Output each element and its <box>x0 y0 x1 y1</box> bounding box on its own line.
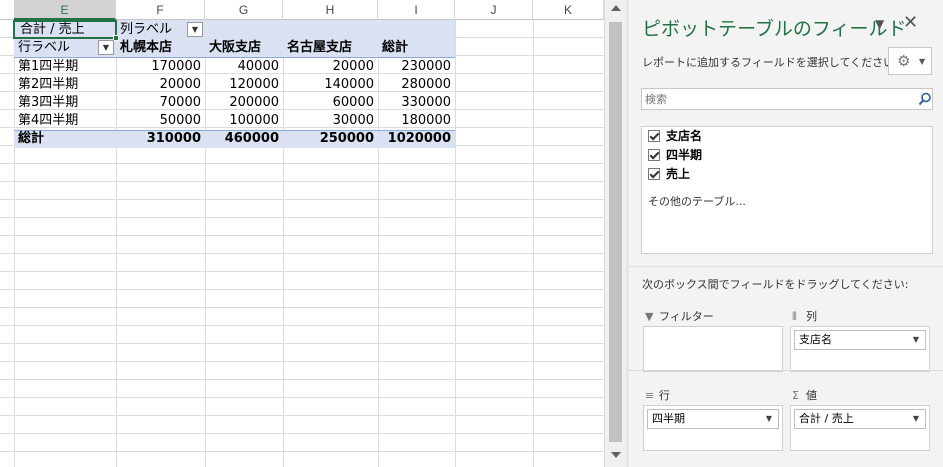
chevron-down-icon[interactable]: ▼ <box>766 410 772 428</box>
other-tables-link[interactable]: その他のテーブル... <box>648 193 746 209</box>
checkbox-checked-icon[interactable] <box>648 168 660 180</box>
field-item-branch[interactable]: 支店名 <box>648 127 702 145</box>
checkbox-checked-icon[interactable] <box>648 130 660 142</box>
gear-icon: ⚙ <box>897 52 911 70</box>
values-field-chip[interactable]: 合計 / 売上 ▼ <box>794 409 926 429</box>
column-filter-dropdown[interactable]: ▼ <box>187 22 203 37</box>
filter-icon: ▼ <box>645 310 654 323</box>
pivot-value-cell[interactable]: 40000 <box>205 58 283 76</box>
values-drop-zone[interactable]: 合計 / 売上 ▼ <box>790 405 930 451</box>
pivot-value-cell[interactable]: 200000 <box>205 94 283 112</box>
field-item-quarter[interactable]: 四半期 <box>648 146 702 164</box>
pivot-total-label[interactable]: 総計 <box>14 130 48 148</box>
pivot-total-cell[interactable]: 250000 <box>283 130 378 148</box>
columns-area-label: 列 <box>806 310 817 323</box>
vertical-scrollbar[interactable] <box>604 0 626 467</box>
rows-drop-zone[interactable]: 四半期 ▼ <box>643 405 783 451</box>
pivot-value-cell[interactable]: 20000 <box>283 58 378 76</box>
pivot-value-cell[interactable]: 280000 <box>378 76 455 94</box>
field-item-sales[interactable]: 売上 <box>648 165 690 183</box>
values-area: Σ値 合計 / 売上 ▼ <box>790 387 930 457</box>
columns-field-chip[interactable]: 支店名 ▼ <box>794 330 926 350</box>
pivot-value-cell[interactable]: 60000 <box>283 94 378 112</box>
rows-field-chip[interactable]: 四半期 ▼ <box>647 409 779 429</box>
pivot-row-header[interactable]: 第2四半期 <box>14 76 82 94</box>
column-header-k[interactable]: K <box>533 0 604 20</box>
tools-button[interactable]: ⚙ ▼ <box>888 47 932 75</box>
rows-area-label: 行 <box>659 389 670 402</box>
pane-subtitle: レポートに追加するフィールドを選択してください: <box>642 56 898 69</box>
pivot-value-cell[interactable]: 230000 <box>378 58 455 76</box>
pane-title: ピボットテーブルのフィールド <box>642 18 907 40</box>
pivot-row-label[interactable]: 行ラベル <box>14 39 74 57</box>
scrollbar-thumb[interactable] <box>609 22 622 442</box>
pivot-total-cell[interactable]: 1020000 <box>378 130 455 148</box>
pane-options-chevron-icon[interactable]: ▼ <box>875 17 884 31</box>
row-filter-dropdown[interactable]: ▼ <box>98 40 114 55</box>
spreadsheet-grid[interactable]: E F G H I J K 合計 / 売上 列ラベル ▼ 行ラベル ▼ 札幌本店… <box>0 0 604 467</box>
pivot-value-cell[interactable]: 70000 <box>116 94 205 112</box>
column-header-h[interactable]: H <box>283 0 378 20</box>
pivot-row-header[interactable]: 第3四半期 <box>14 94 82 112</box>
pivot-col-header[interactable]: 総計 <box>378 39 412 57</box>
field-search-input[interactable] <box>642 89 907 109</box>
pivot-total-cell[interactable]: 310000 <box>116 130 205 148</box>
pivot-column-label[interactable]: 列ラベル <box>116 21 176 39</box>
pivot-col-header[interactable]: 大阪支店 <box>205 39 265 57</box>
columns-icon: ⦀ <box>792 310 797 323</box>
column-header-bar: E F G H I J K <box>0 0 604 20</box>
pivot-value-cell[interactable]: 50000 <box>116 112 205 130</box>
pivot-value-cell[interactable]: 140000 <box>283 76 378 94</box>
pivot-col-header[interactable]: 名古屋支店 <box>283 39 356 57</box>
field-search-box[interactable] <box>641 88 933 110</box>
rows-area: ≡ 行 四半期 ▼ <box>643 387 783 457</box>
column-header-g[interactable]: G <box>205 0 283 20</box>
pivot-col-header[interactable]: 札幌本店 <box>116 39 176 57</box>
chevron-down-icon[interactable]: ▼ <box>913 331 919 349</box>
pane-divider <box>629 266 943 267</box>
cell-selection <box>13 20 117 39</box>
filter-area-label: フィルター <box>659 310 714 323</box>
column-header-f[interactable]: F <box>116 0 205 20</box>
drag-hint-text: 次のボックス間でフィールドをドラッグしてください: <box>642 278 909 291</box>
close-icon[interactable]: ✕ <box>903 12 918 33</box>
sigma-icon: Σ <box>792 389 799 402</box>
pivot-value-cell[interactable]: 100000 <box>205 112 283 130</box>
columns-drop-zone[interactable]: 支店名 ▼ <box>790 326 930 372</box>
field-list: 支店名 四半期 売上 その他のテーブル... <box>641 126 933 254</box>
chevron-down-icon[interactable]: ▼ <box>913 410 919 428</box>
rows-icon: ≡ <box>645 389 655 402</box>
pivot-value-cell[interactable]: 170000 <box>116 58 205 76</box>
area-divider <box>629 370 943 371</box>
chevron-down-icon: ▼ <box>919 57 926 66</box>
pivot-row-header[interactable]: 第4四半期 <box>14 112 82 130</box>
pivot-value-cell[interactable]: 30000 <box>283 112 378 130</box>
pivot-value-cell[interactable]: 180000 <box>378 112 455 130</box>
pivot-total-cell[interactable]: 460000 <box>205 130 283 148</box>
scroll-down-icon[interactable] <box>611 452 621 458</box>
pivot-value-cell[interactable]: 20000 <box>116 76 205 94</box>
scroll-up-icon[interactable] <box>611 5 621 11</box>
pivot-field-pane: ピボットテーブルのフィールド ▼ ✕ レポートに追加するフィールドを選択してくだ… <box>629 0 943 467</box>
columns-area: ⦀ 列 支店名 ▼ <box>790 308 930 378</box>
column-header-j[interactable]: J <box>455 0 533 20</box>
filter-drop-zone[interactable] <box>643 326 783 372</box>
pivot-value-cell[interactable]: 120000 <box>205 76 283 94</box>
column-header-e[interactable]: E <box>14 0 116 20</box>
search-icon[interactable] <box>918 92 932 106</box>
column-header-i[interactable]: I <box>378 0 455 20</box>
values-area-label: 値 <box>806 389 817 402</box>
pivot-value-cell[interactable]: 330000 <box>378 94 455 112</box>
pivot-row-header[interactable]: 第1四半期 <box>14 58 82 76</box>
filter-area: ▼ フィルター <box>643 308 783 378</box>
checkbox-checked-icon[interactable] <box>648 149 660 161</box>
